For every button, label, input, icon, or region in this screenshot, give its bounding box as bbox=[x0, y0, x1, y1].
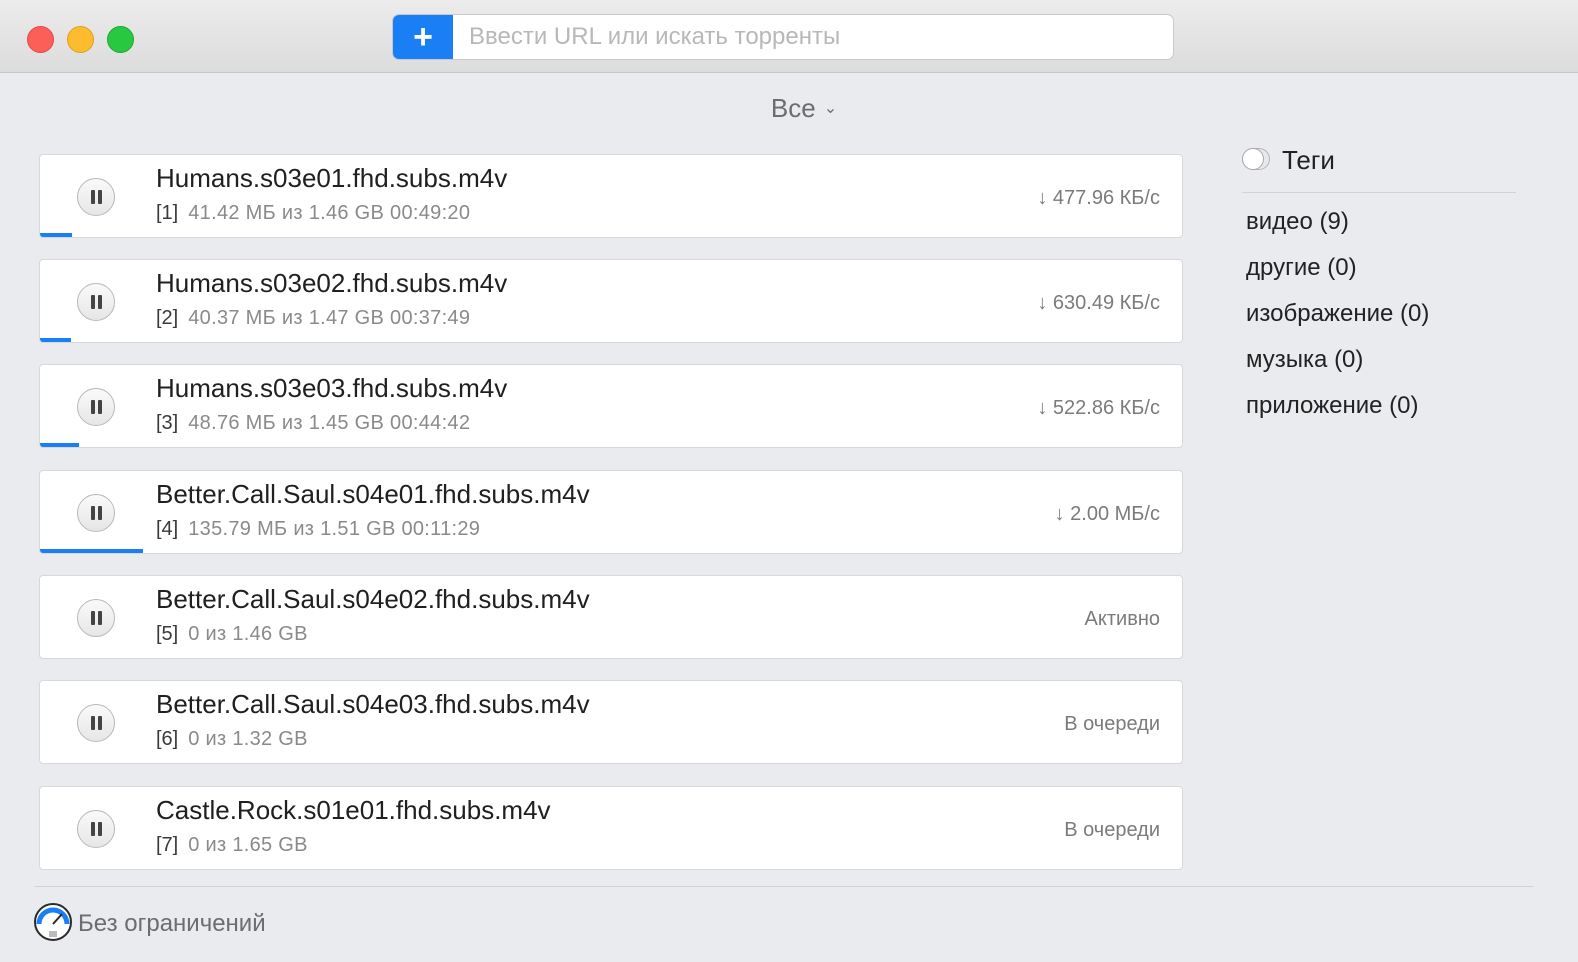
progress-bar bbox=[40, 338, 71, 342]
torrent-status: В очереди bbox=[1064, 819, 1160, 841]
progress-bar bbox=[40, 549, 143, 553]
pause-icon[interactable] bbox=[77, 599, 115, 637]
torrent-details: 41.42 МБ из 1.46 GB 00:49:20 bbox=[188, 202, 471, 224]
url-search-input[interactable] bbox=[453, 15, 1173, 59]
torrent-meta: [7] 0 из 1.65 GB bbox=[156, 834, 308, 857]
torrent-details: 0 из 1.65 GB bbox=[188, 834, 308, 856]
torrent-name: Humans.s03e03.fhd.subs.m4v bbox=[156, 373, 508, 403]
tags-toggle[interactable] bbox=[1242, 148, 1270, 170]
filter-label: Все bbox=[770, 93, 816, 123]
torrent-name: Better.Call.Saul.s04e01.fhd.subs.m4v bbox=[156, 479, 590, 509]
torrent-status: ↓ 2.00 МБ/с bbox=[1054, 503, 1160, 525]
filter-dropdown[interactable]: Все ⌄ bbox=[0, 93, 1578, 124]
torrent-index: [1] bbox=[156, 202, 179, 224]
torrent-details: 0 из 1.32 GB bbox=[188, 728, 308, 750]
tag-item-video[interactable]: видео (9) bbox=[1246, 208, 1349, 236]
torrent-name: Humans.s03e02.fhd.subs.m4v bbox=[156, 268, 508, 298]
torrent-meta: [3] 48.76 МБ из 1.45 GB 00:44:42 bbox=[156, 412, 470, 435]
tags-title: Теги bbox=[1282, 145, 1335, 175]
torrent-meta: [5] 0 из 1.46 GB bbox=[156, 623, 308, 646]
torrent-name: Better.Call.Saul.s04e02.fhd.subs.m4v bbox=[156, 584, 590, 614]
tag-item-application[interactable]: приложение (0) bbox=[1246, 392, 1419, 420]
torrent-status: Активно bbox=[1084, 608, 1160, 630]
title-bar: + bbox=[0, 0, 1578, 73]
footer-divider bbox=[34, 886, 1534, 887]
torrent-row[interactable]: Humans.s03e02.fhd.subs.m4v [2] 40.37 МБ и… bbox=[39, 259, 1183, 343]
torrent-index: [7] bbox=[156, 834, 179, 856]
torrent-row[interactable]: Humans.s03e01.fhd.subs.m4v [1] 41.42 МБ и… bbox=[39, 154, 1183, 238]
torrent-status: ↓ 522.86 КБ/с bbox=[1037, 397, 1160, 419]
torrent-meta: [2] 40.37 МБ из 1.47 GB 00:37:49 bbox=[156, 307, 470, 330]
progress-bar bbox=[40, 233, 72, 237]
torrent-index: [5] bbox=[156, 623, 179, 645]
close-window-button[interactable] bbox=[27, 26, 54, 53]
pause-icon[interactable] bbox=[77, 388, 115, 426]
torrent-status: ↓ 477.96 КБ/с bbox=[1037, 187, 1160, 209]
torrent-details: 40.37 МБ из 1.47 GB 00:37:49 bbox=[188, 307, 471, 329]
torrent-row[interactable]: Humans.s03e03.fhd.subs.m4v [3] 48.76 МБ и… bbox=[39, 364, 1183, 448]
torrent-name: Humans.s03e01.fhd.subs.m4v bbox=[156, 163, 508, 193]
torrent-index: [3] bbox=[156, 412, 179, 434]
torrent-status: ↓ 630.49 КБ/с bbox=[1037, 292, 1160, 314]
tag-item-image[interactable]: изображение (0) bbox=[1246, 300, 1429, 328]
zoom-window-button[interactable] bbox=[107, 26, 134, 53]
torrent-meta: [4] 135.79 МБ из 1.51 GB 00:11:29 bbox=[156, 518, 480, 541]
torrent-row[interactable]: Better.Call.Saul.s04e02.fhd.subs.m4v [5]… bbox=[39, 575, 1183, 659]
minimize-window-button[interactable] bbox=[67, 26, 94, 53]
tag-item-music[interactable]: музыка (0) bbox=[1246, 346, 1363, 374]
torrent-details: 0 из 1.46 GB bbox=[188, 623, 308, 645]
torrent-index: [4] bbox=[156, 518, 179, 540]
tag-item-other[interactable]: другие (0) bbox=[1246, 254, 1357, 282]
torrent-status: В очереди bbox=[1064, 713, 1160, 735]
progress-bar bbox=[40, 443, 79, 447]
torrent-name: Castle.Rock.s01e01.fhd.subs.m4v bbox=[156, 795, 551, 825]
pause-icon[interactable] bbox=[77, 704, 115, 742]
torrent-name: Better.Call.Saul.s04e03.fhd.subs.m4v bbox=[156, 689, 590, 719]
pause-icon[interactable] bbox=[77, 178, 115, 216]
torrent-details: 135.79 МБ из 1.51 GB 00:11:29 bbox=[188, 518, 481, 540]
chevron-down-icon: ⌄ bbox=[823, 100, 838, 117]
torrent-details: 48.76 МБ из 1.45 GB 00:44:42 bbox=[188, 412, 471, 434]
torrent-meta: [6] 0 из 1.32 GB bbox=[156, 728, 308, 751]
pause-icon[interactable] bbox=[77, 494, 115, 532]
tags-header: Теги bbox=[1242, 144, 1516, 193]
add-torrent-button[interactable]: + bbox=[393, 15, 453, 59]
torrent-index: [6] bbox=[156, 728, 179, 750]
torrent-row[interactable]: Better.Call.Saul.s04e01.fhd.subs.m4v [4]… bbox=[39, 470, 1183, 554]
speed-limit-label[interactable]: Без ограничений bbox=[78, 910, 266, 938]
pause-icon[interactable] bbox=[77, 283, 115, 321]
pause-icon[interactable] bbox=[77, 810, 115, 848]
torrent-row[interactable]: Castle.Rock.s01e01.fhd.subs.m4v [7] 0 из … bbox=[39, 786, 1183, 870]
torrent-index: [2] bbox=[156, 307, 179, 329]
url-bar: + bbox=[392, 14, 1174, 60]
torrent-meta: [1] 41.42 МБ из 1.46 GB 00:49:20 bbox=[156, 202, 470, 225]
speedometer-icon[interactable] bbox=[33, 902, 73, 942]
torrent-row[interactable]: Better.Call.Saul.s04e03.fhd.subs.m4v [6]… bbox=[39, 680, 1183, 764]
